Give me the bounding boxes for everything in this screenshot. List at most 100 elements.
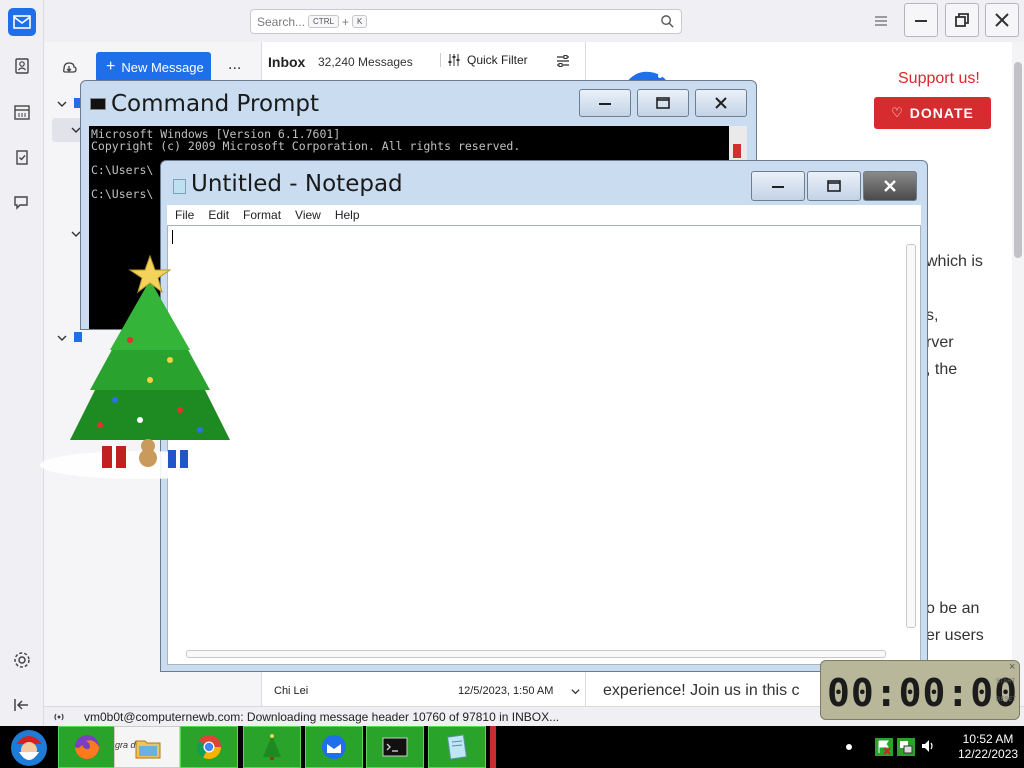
new-message-label: New Message xyxy=(121,59,204,75)
message-date: 12/5/2023, 1:50 AM xyxy=(458,685,554,697)
firefox-icon xyxy=(75,735,99,759)
calendar-button[interactable] xyxy=(8,98,36,126)
cmd-close-button[interactable] xyxy=(695,89,747,117)
heart-icon: ♡ xyxy=(891,105,904,120)
volume-icon[interactable] xyxy=(920,738,936,754)
vertical-scrollbar[interactable] xyxy=(906,244,916,628)
cmd-minimize-button[interactable] xyxy=(579,89,631,117)
activity-broadcast-icon xyxy=(54,713,64,721)
status-text: vm0b0t@computernewb.com: Downloading mes… xyxy=(84,710,560,724)
global-search-input[interactable]: Search... CTRL + K xyxy=(250,9,682,34)
shortcut-key-k: K xyxy=(351,15,368,28)
chat-button[interactable] xyxy=(8,188,36,216)
chevron-down-icon[interactable] xyxy=(570,686,581,697)
calendar-icon xyxy=(14,105,30,120)
address-book-icon xyxy=(15,58,29,74)
cmd-maximize-button[interactable] xyxy=(637,89,689,117)
donate-button[interactable]: ♡ DONATE xyxy=(874,97,991,129)
notepad-window[interactable]: Untitled - Notepad File Edit Format View… xyxy=(160,160,928,672)
console-line: Copyright (c) 2009 Microsoft Corporation… xyxy=(91,139,521,153)
console-scrollbar-thumb[interactable] xyxy=(733,144,741,158)
web-text-fragment: o be an xyxy=(926,600,980,617)
tb-close-button[interactable] xyxy=(985,3,1019,37)
close-icon xyxy=(715,97,727,109)
tb-restore-button[interactable] xyxy=(945,3,979,37)
taskbar-divider xyxy=(490,726,496,768)
timer-display: 00:00:00 xyxy=(827,671,1019,715)
hamburger-menu-icon[interactable] xyxy=(872,12,890,30)
search-placeholder: Search... xyxy=(257,14,306,29)
plus-icon: + xyxy=(106,58,116,75)
taskbar-chrome[interactable] xyxy=(180,726,238,768)
christmas-tree-gadget[interactable] xyxy=(30,250,260,495)
notepad-maximize-button[interactable] xyxy=(807,171,861,201)
web-scrollbar-thumb[interactable] xyxy=(1014,62,1022,258)
taskbar-explorer[interactable]: gra d f xyxy=(114,726,180,768)
notepad-minimize-button[interactable] xyxy=(751,171,805,201)
start-button-santa-icon[interactable] xyxy=(4,726,54,768)
clock-date[interactable]: 12/22/2023 xyxy=(958,747,1018,761)
donate-label: DONATE xyxy=(909,105,974,121)
cmd-app-icon xyxy=(90,98,106,110)
timer-reset-button[interactable]: RESET xyxy=(996,697,1016,703)
folder-icon xyxy=(135,740,161,759)
maximize-icon xyxy=(656,97,670,109)
table-row[interactable]: Chi Lei 12/5/2023, 1:50 AM xyxy=(262,680,586,702)
menu-edit[interactable]: Edit xyxy=(208,208,229,222)
chevron-down-icon[interactable] xyxy=(56,98,68,110)
taskbar: gra d f 10:52 AM 12/22/2023 xyxy=(0,726,1024,768)
shortcut-key-ctrl: CTRL xyxy=(308,15,339,28)
close-icon xyxy=(995,13,1009,27)
notepad-close-button[interactable] xyxy=(863,171,917,201)
quick-filter-button[interactable]: Quick Filter xyxy=(440,53,528,67)
notepad-app-icon xyxy=(173,179,186,194)
close-icon xyxy=(884,180,896,192)
new-message-button[interactable]: + New Message xyxy=(96,52,211,82)
menu-file[interactable]: File xyxy=(175,208,194,222)
menu-help[interactable]: Help xyxy=(335,208,360,222)
taskbar-notepad[interactable] xyxy=(428,726,486,768)
text-editor-area[interactable] xyxy=(167,225,921,665)
tb-minimize-button[interactable] xyxy=(904,3,938,37)
mail-icon xyxy=(13,15,31,29)
tasks-button[interactable] xyxy=(8,143,36,171)
menu-format[interactable]: Format xyxy=(243,208,281,222)
taskbar-thunderbird[interactable] xyxy=(305,726,363,768)
message-sender: Chi Lei xyxy=(274,685,309,697)
collapse-sidebar-icon[interactable] xyxy=(12,695,32,715)
window-title: Untitled - Notepad xyxy=(191,171,403,197)
gadget-close-button[interactable]: × xyxy=(1009,661,1015,673)
address-book-button[interactable] xyxy=(8,52,36,80)
network-icon[interactable] xyxy=(896,737,916,757)
chat-icon xyxy=(14,196,28,210)
tray-dot-icon[interactable] xyxy=(846,744,852,750)
web-text-fragment: , the xyxy=(926,361,958,378)
web-text-fragment: which is xyxy=(926,253,983,270)
christmas-tree-icon xyxy=(263,734,281,760)
system-tray: 10:52 AM 12/22/2023 xyxy=(836,726,1024,768)
minimize-icon xyxy=(915,20,927,22)
minimize-icon xyxy=(599,103,611,105)
chrome-icon xyxy=(196,735,221,760)
display-options-icon[interactable] xyxy=(555,53,571,69)
tasks-icon xyxy=(16,150,28,165)
horizontal-scrollbar[interactable] xyxy=(186,650,886,658)
minimize-icon xyxy=(772,186,784,188)
mail-space-button[interactable] xyxy=(8,8,36,36)
timer-start-button[interactable]: START xyxy=(996,679,1015,685)
taskbar-christmas-tree[interactable] xyxy=(243,726,301,768)
window-title: Command Prompt xyxy=(111,91,320,117)
web-text-fragment: experience! Join us in this c xyxy=(603,682,800,699)
folder-pane-menu-button[interactable]: ... xyxy=(228,56,241,74)
action-center-flag-icon[interactable] xyxy=(874,737,894,757)
settings-gear-icon[interactable] xyxy=(12,650,32,670)
thunderbird-icon xyxy=(322,735,346,759)
clock-time[interactable]: 10:52 AM xyxy=(958,732,1018,746)
menu-view[interactable]: View xyxy=(295,208,321,222)
search-icon xyxy=(661,15,674,28)
web-text-fragment: rver xyxy=(926,334,954,351)
get-messages-icon[interactable] xyxy=(60,58,78,76)
quick-filter-label: Quick Filter xyxy=(467,53,528,67)
taskbar-cmd[interactable] xyxy=(366,726,424,768)
taskbar-firefox[interactable] xyxy=(58,726,116,768)
